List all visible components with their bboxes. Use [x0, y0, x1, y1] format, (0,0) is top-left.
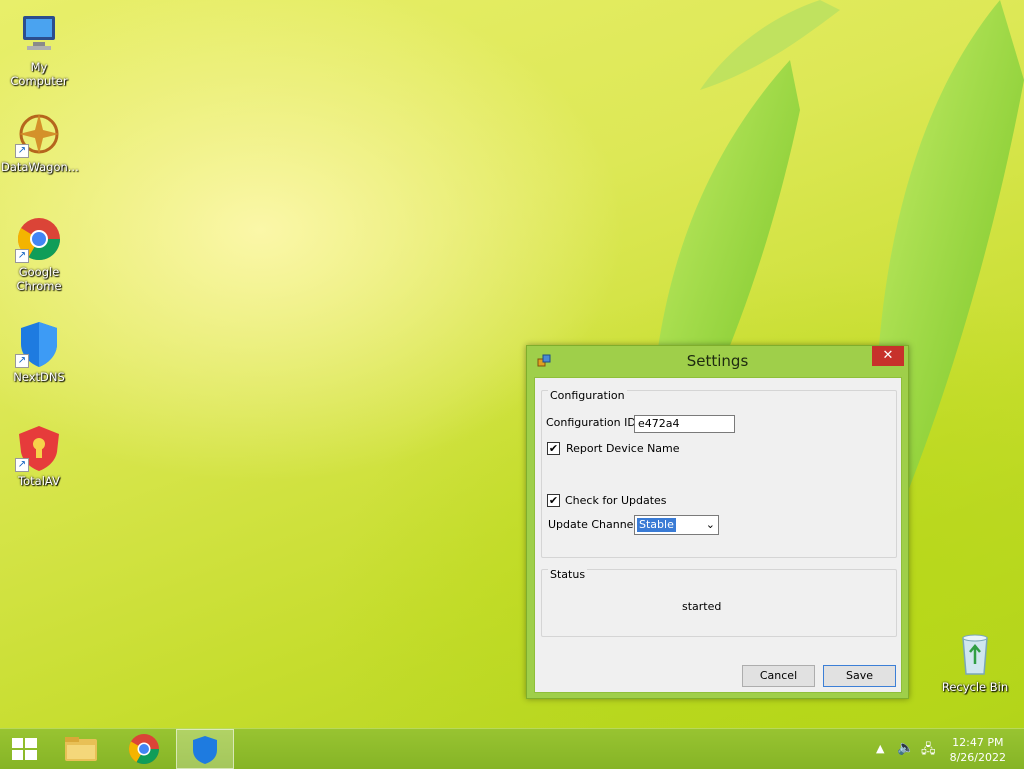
desktop: My Computer ↗ DataWagon... ↗ Google Chro…	[0, 0, 1024, 728]
update-channel-value: Stable	[637, 518, 676, 532]
desktop-icon-google-chrome[interactable]: ↗ Google Chrome	[1, 215, 77, 293]
check-for-updates-checkbox[interactable]: ✔	[547, 494, 560, 507]
shield-icon	[193, 736, 217, 764]
window-client-area: Configuration Configuration ID: e472a4 ✔…	[534, 377, 902, 693]
desktop-icon-label: Google Chrome	[16, 265, 62, 293]
status-text: started	[682, 600, 722, 613]
network-icon[interactable]: 🖧	[921, 740, 936, 762]
chrome-icon	[128, 734, 159, 765]
cancel-button[interactable]: Cancel	[742, 665, 815, 687]
speaker-muted-icon[interactable]: 🔈	[897, 740, 914, 756]
totalav-shield-icon: ↗	[15, 424, 63, 472]
save-button[interactable]: Save	[823, 665, 896, 687]
shortcut-arrow-icon: ↗	[15, 144, 29, 158]
shortcut-arrow-icon: ↗	[15, 249, 29, 263]
start-button[interactable]	[0, 729, 56, 769]
chrome-icon: ↗	[15, 215, 63, 263]
chevron-down-icon: ⌄	[705, 518, 715, 531]
recycle-bin-icon	[951, 630, 999, 678]
report-device-name-label: Report Device Name	[566, 442, 680, 455]
taskbar: ▲ 🔈 🖧 12:47 PM 8/26/2022	[0, 728, 1024, 769]
taskbar-nextdns[interactable]	[176, 729, 234, 769]
computer-icon	[15, 10, 63, 58]
desktop-icon-datawagon[interactable]: ↗ DataWagon...	[1, 110, 79, 174]
desktop-icon-label: My Computer	[10, 60, 68, 88]
shield-icon: ↗	[15, 320, 63, 368]
clock-date: 8/26/2022	[949, 751, 1006, 764]
system-clock[interactable]: 12:47 PM 8/26/2022	[950, 735, 1006, 765]
desktop-icon-my-computer[interactable]: My Computer	[1, 10, 77, 88]
desktop-icon-totalav[interactable]: ↗ TotalAV	[1, 424, 77, 488]
status-legend: Status	[548, 568, 588, 581]
taskbar-file-explorer[interactable]	[53, 729, 109, 769]
folder-icon	[65, 737, 97, 761]
config-id-label: Configuration ID:	[546, 416, 640, 429]
desktop-icon-label: Recycle Bin	[941, 680, 1009, 694]
desktop-icon-recycle-bin[interactable]: Recycle Bin	[937, 630, 1013, 694]
update-channel-label: Update Channel:	[548, 518, 641, 531]
clock-time: 12:47 PM	[952, 736, 1004, 749]
check-for-updates-label: Check for Updates	[565, 494, 667, 507]
show-hidden-icons-button[interactable]: ▲	[876, 742, 884, 755]
report-device-name-checkbox[interactable]: ✔	[547, 442, 560, 455]
settings-window: Settings ✕ Configuration Configuration I…	[526, 345, 909, 699]
configuration-legend: Configuration	[548, 389, 627, 402]
desktop-icon-label: DataWagon...	[1, 160, 79, 174]
desktop-icon-label: TotalAV	[18, 474, 60, 488]
close-button[interactable]: ✕	[872, 346, 904, 366]
shortcut-arrow-icon: ↗	[15, 354, 29, 368]
config-id-input[interactable]: e472a4	[634, 415, 735, 433]
taskbar-chrome[interactable]	[116, 729, 172, 769]
desktop-icon-nextdns[interactable]: ↗ NextDNS	[1, 320, 77, 384]
shortcut-arrow-icon: ↗	[15, 458, 29, 472]
window-title: Settings	[686, 352, 749, 370]
update-channel-select[interactable]: Stable ⌄	[634, 515, 719, 535]
datawagon-icon: ↗	[15, 110, 63, 158]
windows-logo-icon	[12, 738, 37, 760]
desktop-icon-label: NextDNS	[13, 370, 65, 384]
